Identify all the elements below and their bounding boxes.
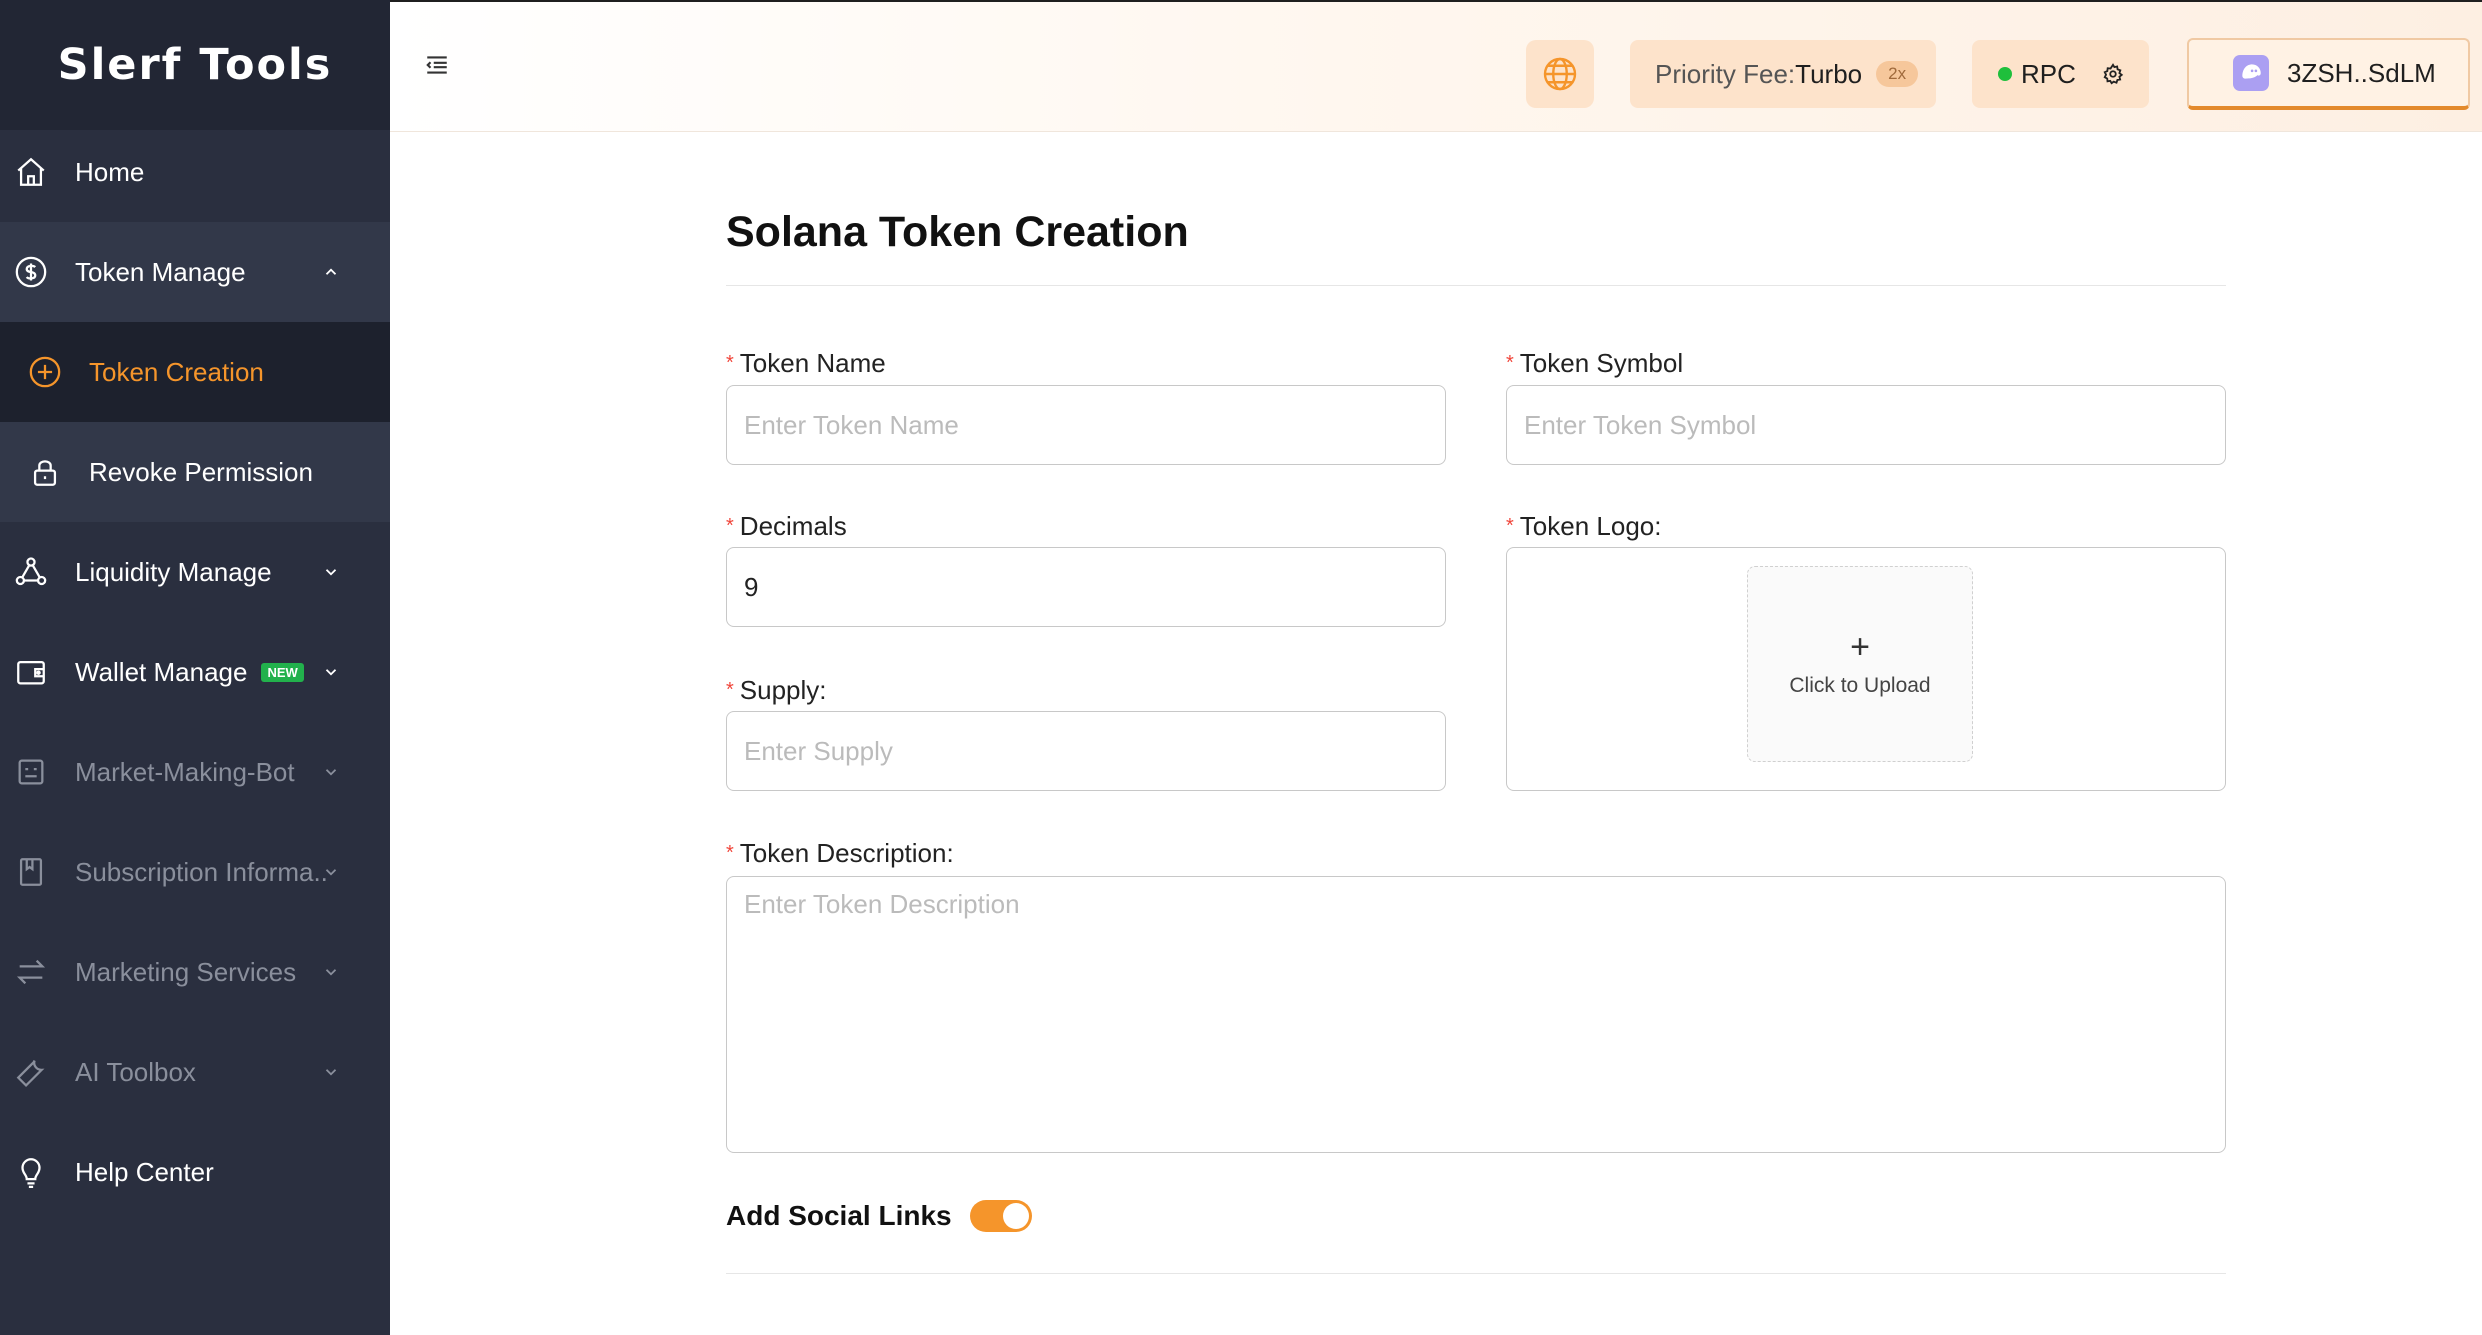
priority-fee-label: Priority Fee:	[1655, 58, 1796, 89]
supply-label: * Supply:	[726, 675, 827, 705]
home-icon	[14, 155, 48, 189]
sidebar-item-label: Market-Making-Bot	[75, 756, 295, 787]
top-header: Priority Fee: Turbo 2x RPC 3ZSH..SdLM	[390, 2, 2482, 132]
globe-icon	[1543, 57, 1577, 91]
token-symbol-label: * Token Symbol	[1506, 348, 1684, 378]
book-icon	[14, 855, 48, 889]
required-mark: *	[726, 842, 734, 864]
token-description-label: * Token Description:	[726, 838, 954, 868]
sidebar-item-ai-toolbox[interactable]: AI Toolbox	[0, 1022, 390, 1122]
token-name-label: * Token Name	[726, 348, 886, 378]
token-description-placeholder: Enter Token Description	[744, 889, 1020, 919]
sidebar-item-market-making-bot[interactable]: Market-Making-Bot	[0, 722, 390, 822]
social-divider	[726, 1273, 2226, 1274]
supply-placeholder: Enter Supply	[744, 735, 893, 766]
sidebar-item-label: Wallet Manage	[75, 656, 248, 687]
sidebar-group-token-manage: Token Manage Token Creation Revoke Permi…	[0, 222, 390, 522]
priority-fee-button[interactable]: Priority Fee: Turbo 2x	[1630, 40, 1936, 108]
wallet-address: 3ZSH..SdLM	[2287, 57, 2436, 88]
plus-circle-icon	[28, 355, 62, 389]
sidebar-item-wallet-manage[interactable]: Wallet Manage NEW	[0, 622, 390, 722]
chevron-down-icon	[325, 969, 337, 976]
sidebar-item-label: Token Creation	[89, 356, 264, 387]
toggle-knob	[1003, 1203, 1029, 1229]
wallet-connect-button[interactable]: 3ZSH..SdLM	[2187, 38, 2470, 110]
sidebar-item-label: Token Manage	[75, 256, 246, 287]
decimals-label: * Decimals	[726, 511, 847, 541]
rpc-label: RPC	[2021, 58, 2076, 89]
dollar-circle-icon	[14, 255, 48, 289]
sidebar-item-home[interactable]: Home	[0, 122, 390, 222]
required-mark: *	[726, 679, 734, 701]
title-divider	[726, 285, 2226, 286]
chevron-down-icon	[325, 1069, 337, 1076]
phantom-wallet-icon	[2233, 55, 2269, 91]
plus-icon: +	[1850, 628, 1870, 666]
sidebar-item-revoke-permission[interactable]: Revoke Permission	[0, 422, 390, 522]
chevron-up-icon	[325, 268, 337, 275]
social-links-toggle[interactable]	[970, 1200, 1032, 1232]
sidebar-item-label: Subscription Informa..	[75, 856, 328, 887]
rpc-button[interactable]: RPC	[1972, 40, 2149, 108]
priority-fee-value: Turbo	[1795, 58, 1863, 89]
sidebar-item-label: AI Toolbox	[75, 1056, 196, 1087]
sidebar-nav: Home Token Manage Token Creation Revoke …	[0, 122, 390, 1222]
sidebar-item-liquidity-manage[interactable]: Liquidity Manage	[0, 522, 390, 622]
token-description-textarea[interactable]: Enter Token Description	[726, 876, 2226, 1153]
token-name-placeholder: Enter Token Name	[744, 409, 959, 440]
swap-icon	[14, 955, 48, 989]
priority-fee-multiplier: 2x	[1876, 61, 1919, 87]
chevron-down-icon	[325, 769, 337, 776]
required-mark: *	[1506, 352, 1514, 374]
wrench-icon	[14, 1055, 48, 1089]
lightbulb-icon	[14, 1155, 48, 1189]
upload-button[interactable]: + Click to Upload	[1747, 566, 1973, 762]
lock-icon	[28, 455, 62, 489]
token-logo-upload-area: + Click to Upload	[1506, 547, 2226, 791]
chevron-down-icon	[325, 669, 337, 676]
supply-input[interactable]: Enter Supply	[726, 711, 1446, 791]
gear-icon[interactable]	[2102, 63, 2124, 85]
logo-text: Slerf Tools	[57, 40, 333, 90]
token-symbol-input[interactable]: Enter Token Symbol	[1506, 385, 2226, 465]
app-logo[interactable]: Slerf Tools	[0, 0, 390, 130]
network-icon	[14, 555, 48, 589]
decimals-input[interactable]: 9	[726, 547, 1446, 627]
sidebar-item-label: Liquidity Manage	[75, 556, 272, 587]
bot-icon	[14, 755, 48, 789]
chevron-down-icon	[325, 869, 337, 876]
sidebar: Slerf Tools Home Token Manage Token Crea…	[0, 0, 390, 1335]
sidebar-item-marketing-services[interactable]: Marketing Services	[0, 922, 390, 1022]
page-title: Solana Token Creation	[726, 208, 1189, 256]
menu-collapse-icon[interactable]	[424, 52, 450, 78]
language-button[interactable]	[1526, 40, 1594, 108]
sidebar-item-token-creation[interactable]: Token Creation	[0, 322, 390, 422]
required-mark: *	[726, 352, 734, 374]
rpc-status-dot	[1998, 67, 2012, 81]
sidebar-item-subscription-information[interactable]: Subscription Informa..	[0, 822, 390, 922]
chevron-down-icon	[325, 569, 337, 576]
token-name-input[interactable]: Enter Token Name	[726, 385, 1446, 465]
social-links-label: Add Social Links	[726, 1200, 952, 1231]
sidebar-item-label: Help Center	[75, 1156, 214, 1187]
sidebar-item-label: Home	[75, 156, 145, 187]
upload-label: Click to Upload	[1789, 674, 1931, 697]
sidebar-item-token-manage[interactable]: Token Manage	[0, 222, 390, 322]
sidebar-item-help-center[interactable]: Help Center	[0, 1122, 390, 1222]
sidebar-item-label: Marketing Services	[75, 956, 297, 987]
token-symbol-placeholder: Enter Token Symbol	[1524, 409, 1757, 440]
token-logo-label: * Token Logo:	[1506, 511, 1662, 541]
wallet-icon	[14, 655, 48, 689]
sidebar-item-label: Revoke Permission	[89, 456, 313, 487]
required-mark: *	[1506, 515, 1514, 537]
required-mark: *	[726, 515, 734, 537]
new-badge: NEW	[261, 662, 304, 682]
decimals-value: 9	[744, 571, 759, 602]
